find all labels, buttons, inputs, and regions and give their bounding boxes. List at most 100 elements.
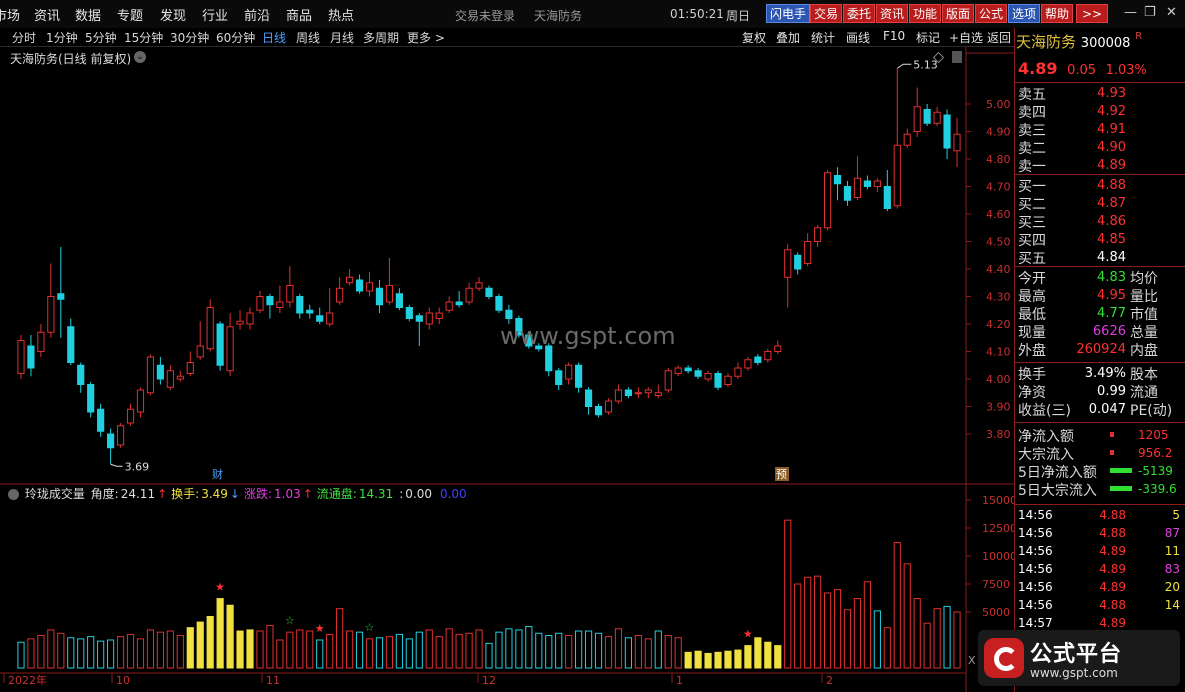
ask-price[interactable]: 4.92 xyxy=(1090,104,1126,119)
volume-bar[interactable] xyxy=(774,645,782,669)
volume-bar[interactable] xyxy=(186,627,194,669)
candle-body[interactable] xyxy=(276,301,284,308)
function-button[interactable]: 功能 xyxy=(909,4,942,23)
volume-bar[interactable] xyxy=(614,628,623,669)
candle-body[interactable] xyxy=(435,312,443,319)
volume-bar[interactable] xyxy=(425,629,433,669)
volume-bar[interactable] xyxy=(236,630,244,669)
volume-bar[interactable] xyxy=(246,629,254,669)
candle-body[interactable] xyxy=(465,287,473,303)
candle-body[interactable] xyxy=(146,356,155,394)
draw-button[interactable]: 画线 xyxy=(846,29,870,46)
candle-body[interactable] xyxy=(286,285,294,303)
pane-handle[interactable] xyxy=(952,51,962,63)
volume-bar[interactable] xyxy=(27,638,35,669)
more-button[interactable]: >> xyxy=(1076,4,1108,23)
volume-bar[interactable] xyxy=(833,589,842,669)
volume-bar[interactable] xyxy=(525,626,533,669)
volume-bar[interactable] xyxy=(505,628,513,669)
candle-body[interactable] xyxy=(385,285,394,303)
volume-bar[interactable] xyxy=(843,609,852,669)
candle-body[interactable] xyxy=(584,389,593,407)
candle-body[interactable] xyxy=(714,373,722,388)
candle-body[interactable] xyxy=(47,296,55,333)
volume-bar[interactable] xyxy=(814,575,822,669)
volume-bar[interactable] xyxy=(784,519,792,669)
volume-bar[interactable] xyxy=(933,608,941,669)
candle-body[interactable] xyxy=(77,364,85,385)
candle-body[interactable] xyxy=(365,282,374,292)
volume-bar[interactable] xyxy=(67,637,75,669)
candle-body[interactable] xyxy=(97,408,105,432)
volume-bar[interactable] xyxy=(266,624,274,669)
period-monthly[interactable]: 月线 xyxy=(330,29,354,46)
volume-bar[interactable] xyxy=(684,651,692,669)
candle-body[interactable] xyxy=(445,301,453,311)
kline-chart[interactable]: ★ ☆ ★ ☆ ★ 5.00 4.90 4.80 4.70 4.60 4.50 4.40 4.30 4.… xyxy=(0,46,1014,692)
volume-bar[interactable] xyxy=(77,638,85,669)
add-watchlist-button[interactable]: +自选 xyxy=(949,29,983,46)
candle-body[interactable] xyxy=(784,249,792,278)
forecast-marker[interactable]: 预 xyxy=(776,468,787,481)
period-multi[interactable]: 多周期 xyxy=(363,29,399,46)
period-weekly[interactable]: 周线 xyxy=(296,29,320,46)
volume-bar[interactable] xyxy=(953,611,961,669)
candle-body[interactable] xyxy=(116,425,125,446)
menu-item-discover[interactable]: 发现 xyxy=(160,5,186,24)
trade-button[interactable]: 交易 xyxy=(810,4,843,23)
formula-button[interactable]: 公式 xyxy=(975,4,1008,23)
candle-body[interactable] xyxy=(953,133,961,152)
menu-item-industry[interactable]: 行业 xyxy=(202,5,228,24)
candle-body[interactable] xyxy=(863,180,871,187)
title-dropdown-icon[interactable]: ⌄ xyxy=(134,51,146,63)
volume-bar[interactable] xyxy=(604,636,613,669)
volume-bar[interactable] xyxy=(57,632,65,669)
volume-bar[interactable] xyxy=(694,650,702,669)
volume-bar[interactable] xyxy=(395,633,403,669)
candle-body[interactable] xyxy=(804,241,812,264)
menu-item-frontier[interactable]: 前沿 xyxy=(244,5,270,24)
volume-bar[interactable] xyxy=(326,633,334,669)
volume-bar[interactable] xyxy=(515,629,523,669)
volume-bar[interactable] xyxy=(485,642,493,669)
volume-bar[interactable] xyxy=(883,627,891,669)
candle-body[interactable] xyxy=(594,406,603,416)
candle-body[interactable] xyxy=(634,392,642,395)
candle-body[interactable] xyxy=(246,312,254,325)
minimize-icon[interactable]: — xyxy=(1124,5,1137,20)
overlay-button[interactable]: 叠加 xyxy=(776,29,800,46)
volume-bar[interactable] xyxy=(176,635,184,669)
help-button[interactable]: 帮助 xyxy=(1041,4,1074,23)
candle-body[interactable] xyxy=(156,364,164,380)
candle-body[interactable] xyxy=(764,351,772,361)
volume-bar[interactable] xyxy=(734,649,742,669)
financial-report-marker[interactable]: 财 xyxy=(212,467,223,481)
volume-bar[interactable] xyxy=(535,632,543,669)
volume-bar[interactable] xyxy=(654,630,662,669)
options-button[interactable]: 选项 xyxy=(1008,4,1041,23)
volume-bar[interactable] xyxy=(306,630,314,669)
candle-body[interactable] xyxy=(375,287,384,306)
volume-bar[interactable] xyxy=(943,605,951,669)
volume-bar[interactable] xyxy=(634,635,642,669)
menu-item-commodity[interactable]: 商品 xyxy=(286,5,312,24)
candle-body[interactable] xyxy=(226,326,234,372)
candle-body[interactable] xyxy=(326,312,334,325)
candle-body[interactable] xyxy=(87,384,95,413)
candle-body[interactable] xyxy=(495,296,503,311)
candle-body[interactable] xyxy=(176,375,184,380)
volume-bar[interactable] xyxy=(794,583,802,669)
candle-body[interactable] xyxy=(316,315,324,322)
volume-bar[interactable] xyxy=(156,631,164,669)
candle-body[interactable] xyxy=(555,370,563,385)
indicator-name[interactable]: 玲珑成交量 xyxy=(25,487,85,501)
candle-body[interactable] xyxy=(674,367,682,374)
volume-bar[interactable] xyxy=(873,610,881,669)
menu-item-market[interactable]: 市场 xyxy=(0,5,20,24)
volume-bar[interactable] xyxy=(584,630,593,669)
bid-price[interactable]: 4.84 xyxy=(1090,250,1126,265)
candle-body[interactable] xyxy=(415,315,423,322)
candle-body[interactable] xyxy=(27,345,35,369)
volume-bar[interactable] xyxy=(405,638,413,669)
volume-bar[interactable] xyxy=(37,635,45,669)
